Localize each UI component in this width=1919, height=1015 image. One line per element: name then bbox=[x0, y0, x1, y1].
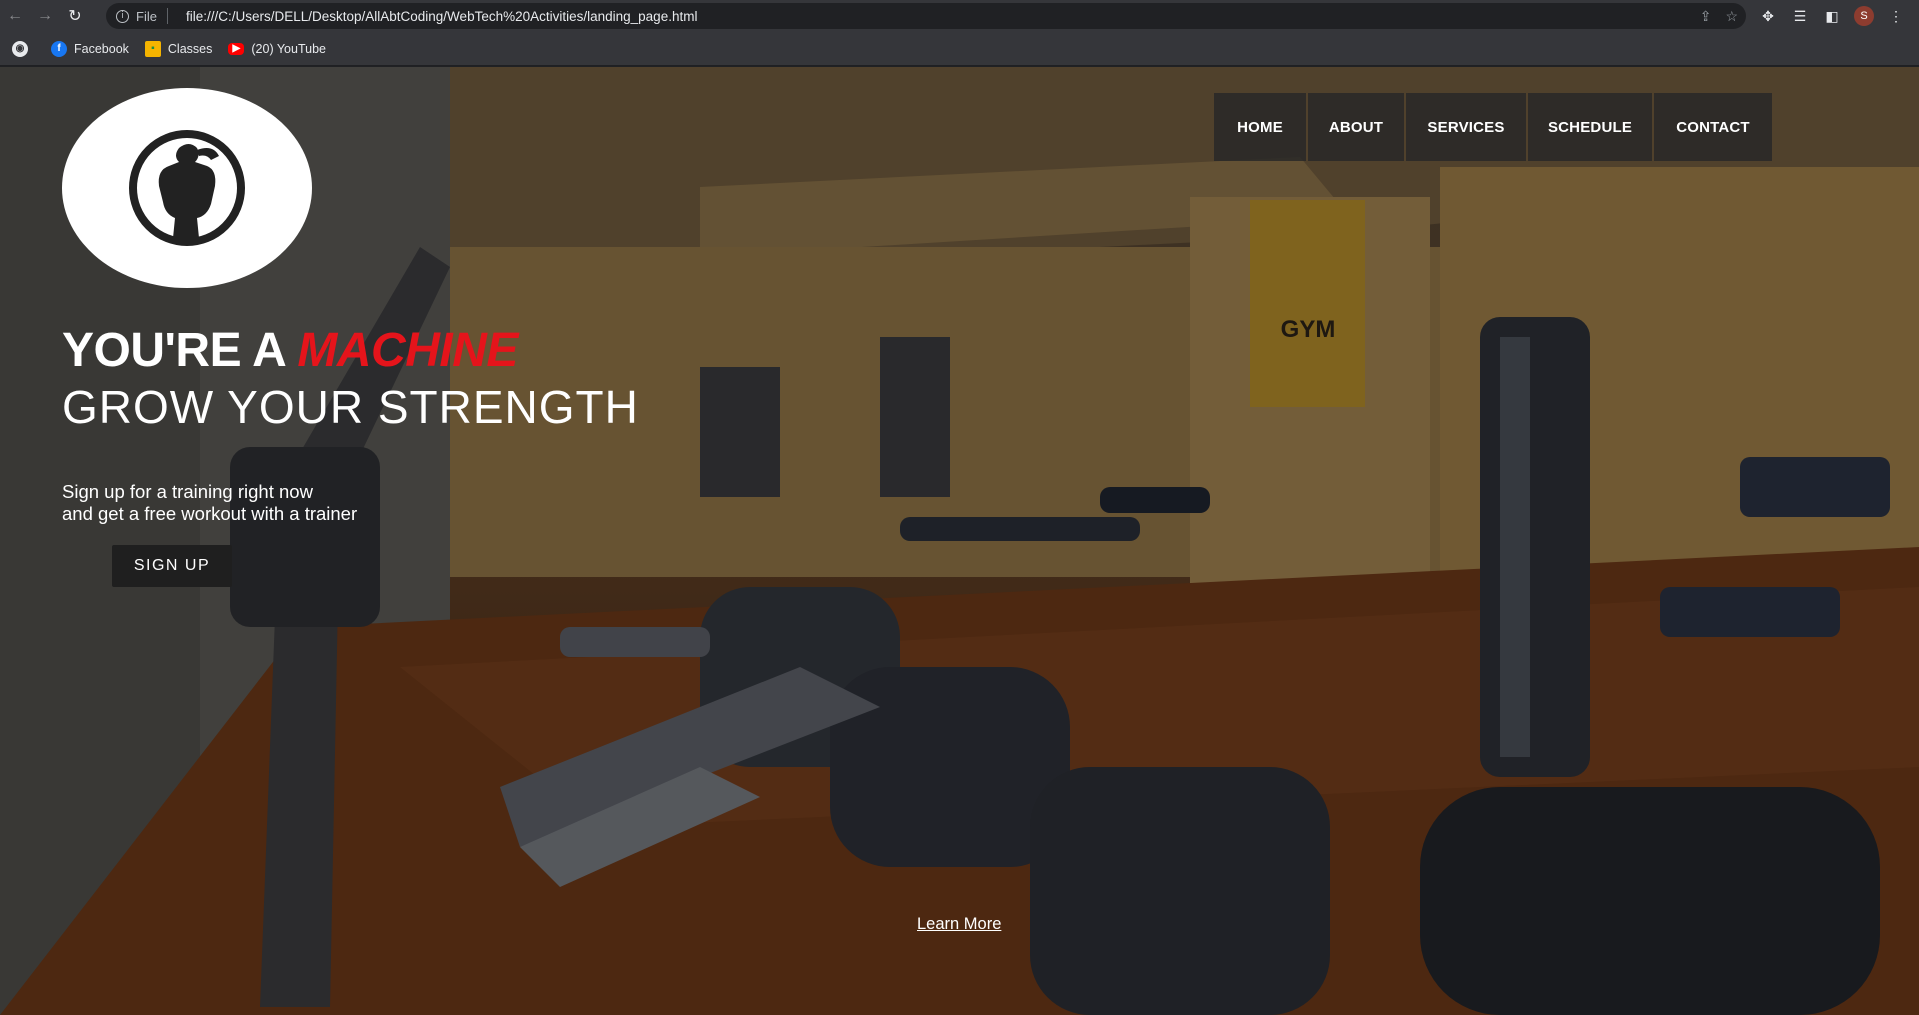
bookmark-classes[interactable]: ▪ Classes bbox=[144, 40, 213, 57]
main-nav: HOME ABOUT SERVICES SCHEDULE CONTACT bbox=[1214, 93, 1772, 161]
site-info-button[interactable]: i File bbox=[106, 3, 178, 29]
nav-schedule[interactable]: SCHEDULE bbox=[1528, 93, 1652, 161]
hero-subheadline: GROW YOUR STRENGTH bbox=[62, 381, 639, 433]
learn-more-link[interactable]: Learn More bbox=[917, 915, 1001, 934]
puzzle-icon: ✥ bbox=[1762, 7, 1774, 24]
classes-icon: ▪ bbox=[144, 40, 161, 57]
nav-home[interactable]: HOME bbox=[1214, 93, 1306, 161]
globe-icon: ◉ bbox=[12, 40, 28, 57]
extensions-button[interactable]: ✥ bbox=[1752, 0, 1784, 32]
headline-prefix: YOU'RE A bbox=[62, 324, 298, 377]
bookmark-facebook[interactable]: f Facebook bbox=[51, 40, 129, 57]
share-icon[interactable]: ⇪ bbox=[1700, 8, 1712, 25]
gym-logo[interactable] bbox=[62, 88, 312, 288]
arrow-left-icon: ← bbox=[7, 7, 23, 24]
bookmark-label: (20) YouTube bbox=[251, 41, 326, 56]
profile-button[interactable]: S bbox=[1848, 0, 1880, 32]
reload-icon: ↻ bbox=[68, 8, 82, 25]
bookmark-star-icon[interactable]: ☆ bbox=[1725, 8, 1738, 25]
bookmarks-bar: ◉ f Facebook ▪ Classes ▶ (20) YouTube bbox=[0, 32, 1919, 66]
address-bar[interactable]: i File file:///C:/Users/DELL/Desktop/All… bbox=[106, 3, 1746, 29]
arrow-right-icon: → bbox=[37, 7, 53, 24]
avatar: S bbox=[1854, 6, 1874, 26]
reading-list-icon: ☰ bbox=[1793, 7, 1807, 24]
bookmark-youtube[interactable]: ▶ (20) YouTube bbox=[228, 42, 326, 56]
hero-pitch: Sign up for a training right now and get… bbox=[62, 481, 357, 525]
bodybuilder-logo-icon bbox=[129, 130, 245, 246]
reading-list-button[interactable]: ☰ bbox=[1784, 0, 1816, 32]
nav-services[interactable]: SERVICES bbox=[1406, 93, 1526, 161]
info-icon: i bbox=[116, 9, 129, 23]
headline-accent: MACHINE bbox=[297, 324, 518, 377]
nav-about[interactable]: ABOUT bbox=[1308, 93, 1404, 161]
forward-button[interactable]: → bbox=[30, 0, 60, 32]
pitch-line-2: and get a free workout with a trainer bbox=[62, 503, 358, 524]
bookmark-label: Classes bbox=[167, 41, 213, 56]
kebab-menu-icon: ⋮ bbox=[1889, 7, 1903, 24]
site-info-label: File bbox=[136, 8, 157, 24]
side-panel-icon: ◧ bbox=[1825, 7, 1839, 24]
nav-contact[interactable]: CONTACT bbox=[1654, 93, 1772, 161]
facebook-icon: f bbox=[51, 40, 67, 57]
page-viewport: GYM HOME ABOUT SERVICES SCHEDULE CONTACT… bbox=[0, 67, 1919, 1015]
back-button[interactable]: ← bbox=[0, 0, 30, 32]
pitch-line-1: Sign up for a training right now bbox=[62, 481, 313, 502]
youtube-icon: ▶ bbox=[228, 42, 245, 55]
divider bbox=[166, 8, 168, 24]
bookmark-label: Facebook bbox=[74, 41, 129, 56]
side-panel-button[interactable]: ◧ bbox=[1816, 0, 1848, 32]
menu-button[interactable]: ⋮ bbox=[1880, 0, 1912, 32]
browser-toolbar: ← → ↻ i File file:///C:/Users/DELL/Deskt… bbox=[0, 0, 1919, 32]
sign-up-button[interactable]: SIGN UP bbox=[112, 545, 232, 587]
url-text[interactable]: file:///C:/Users/DELL/Desktop/AllAbtCodi… bbox=[178, 9, 698, 24]
reload-button[interactable]: ↻ bbox=[60, 0, 90, 32]
hero-headline: YOU'RE A MACHINE bbox=[62, 323, 518, 378]
apps-shortcut[interactable]: ◉ bbox=[12, 40, 35, 57]
